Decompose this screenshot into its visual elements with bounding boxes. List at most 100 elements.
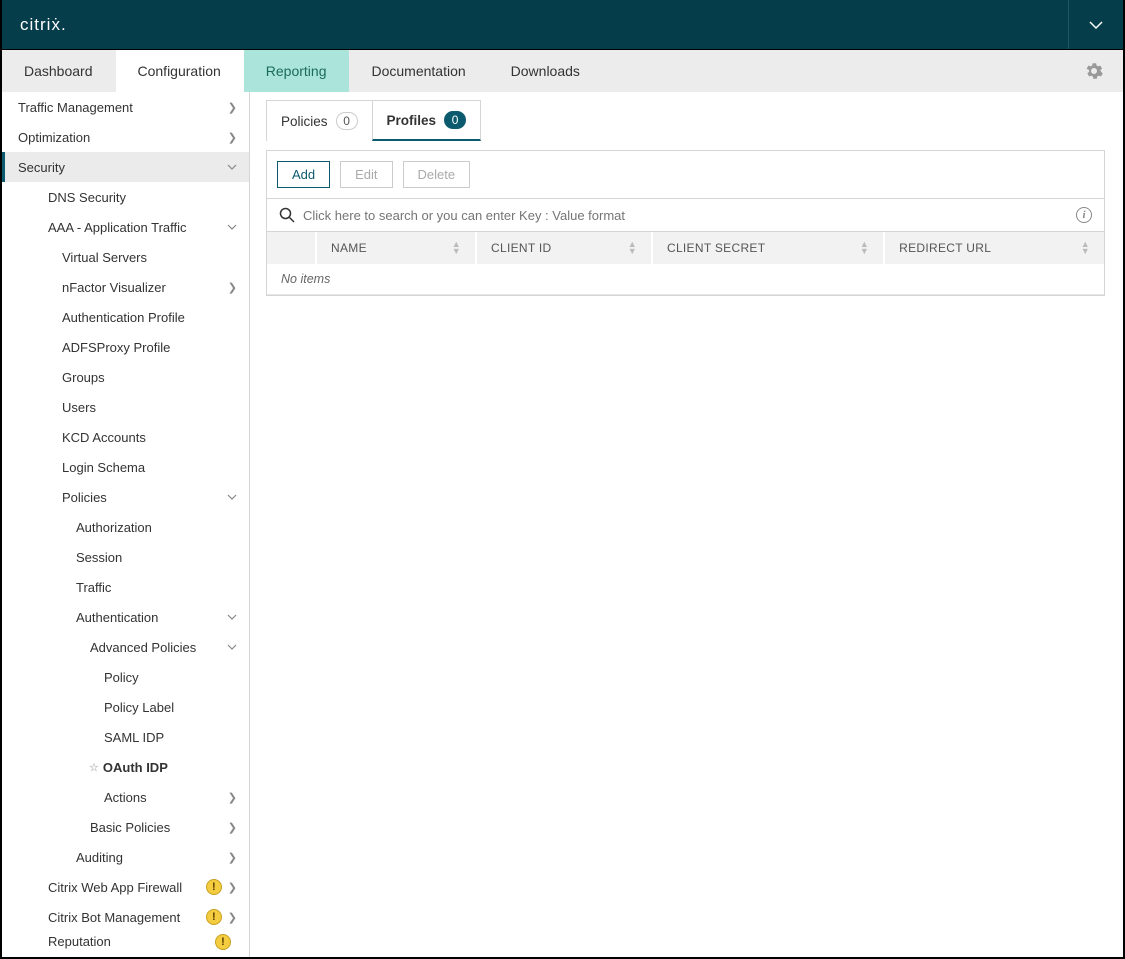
sidebar-login-schema[interactable]: Login Schema [2,452,249,482]
sidebar-auth-profile[interactable]: Authentication Profile [2,302,249,332]
th-name[interactable]: NAME ▲▼ [317,232,477,264]
sidebar-oauth-idp[interactable]: ☆ OAuth IDP [2,752,249,782]
toolbar: Add Edit Delete [267,151,1104,198]
chevron-right-icon: ❯ [228,131,237,144]
search-input[interactable] [303,208,1068,223]
sidebar-kcd[interactable]: KCD Accounts [2,422,249,452]
sidebar-basic-policies[interactable]: Basic Policies ❯ [2,812,249,842]
sidebar-optimization[interactable]: Optimization ❯ [2,122,249,152]
sidebar-reputation[interactable]: Reputation ! [2,932,249,952]
sidebar-label: Actions [104,790,147,805]
sidebar-groups[interactable]: Groups [2,362,249,392]
warning-icon: ! [206,879,222,895]
sort-icon: ▲▼ [452,241,461,255]
warning-icon: ! [215,934,231,950]
chevron-down-icon [227,224,237,230]
nav-reporting[interactable]: Reporting [244,50,350,92]
topbar-right [1068,0,1103,49]
sidebar-policy[interactable]: Policy [2,662,249,692]
chevron-down-icon [227,164,237,170]
sidebar-label: Authentication [76,610,158,625]
search-bar: i [267,198,1104,231]
info-icon[interactable]: i [1076,207,1092,223]
sidebar-policy-label[interactable]: Policy Label [2,692,249,722]
sidebar: Traffic Management ❯ Optimization ❯ Secu… [2,92,250,957]
sidebar-waf[interactable]: Citrix Web App Firewall ! ❯ [2,872,249,902]
sidebar-label: AAA - Application Traffic [48,220,187,235]
sidebar-label: Citrix Bot Management [48,910,180,925]
chevron-down-icon[interactable] [1089,21,1103,29]
content-box: Add Edit Delete i N [266,150,1105,296]
chevron-right-icon: ❯ [228,911,237,924]
sidebar-advanced-policies[interactable]: Advanced Policies [2,632,249,662]
sidebar-label: Authentication Profile [62,310,185,325]
th-redirect-url[interactable]: REDIRECT URL ▲▼ [885,232,1104,264]
sidebar-label: Users [62,400,96,415]
sidebar-policies[interactable]: Policies [2,482,249,512]
table-header: NAME ▲▼ CLIENT ID ▲▼ CLIENT SECRET ▲▼ [267,232,1104,264]
edit-button[interactable]: Edit [340,161,392,188]
sidebar-label: Traffic [76,580,111,595]
th-client-id[interactable]: CLIENT ID ▲▼ [477,232,653,264]
sidebar-auditing[interactable]: Auditing ❯ [2,842,249,872]
sidebar-label: Auditing [76,850,123,865]
brand-logo: citriẋ. [20,15,67,35]
subtabs: Policies 0 Profiles 0 [266,100,1105,142]
top-header: citriẋ. [2,0,1123,50]
app-window: citriẋ. Dashboard Configuration Reportin… [0,0,1125,959]
sidebar-security[interactable]: Security [2,152,249,182]
count-badge: 0 [444,111,466,129]
sidebar-nfactor[interactable]: nFactor Visualizer ❯ [2,272,249,302]
sidebar-label: ADFSProxy Profile [62,340,170,355]
sidebar-label: Basic Policies [90,820,170,835]
gear-icon[interactable] [1065,50,1123,92]
nav-downloads[interactable]: Downloads [489,50,603,92]
sort-icon: ▲▼ [628,241,637,255]
sort-icon: ▲▼ [860,241,869,255]
sidebar-label: Policy [104,670,139,685]
chevron-down-icon [227,614,237,620]
sidebar-authorization[interactable]: Authorization [2,512,249,542]
table-row-empty: No items [267,264,1104,295]
sidebar-session[interactable]: Session [2,542,249,572]
nav-documentation[interactable]: Documentation [349,50,488,92]
th-label: CLIENT SECRET [667,241,765,255]
sidebar-virtual-servers[interactable]: Virtual Servers [2,242,249,272]
sidebar-label: Citrix Web App Firewall [48,880,182,895]
sidebar-traffic[interactable]: Traffic [2,572,249,602]
sidebar-aaa[interactable]: AAA - Application Traffic [2,212,249,242]
th-label: REDIRECT URL [899,241,991,255]
th-label: NAME [331,241,367,255]
nav-configuration[interactable]: Configuration [116,50,244,92]
sidebar-authentication[interactable]: Authentication [2,602,249,632]
warning-icon: ! [206,909,222,925]
sort-icon: ▲▼ [1081,241,1090,255]
sidebar-adfs-proxy[interactable]: ADFSProxy Profile [2,332,249,362]
sidebar-dns-security[interactable]: DNS Security [2,182,249,212]
sidebar-users[interactable]: Users [2,392,249,422]
sidebar-actions[interactable]: Actions ❯ [2,782,249,812]
table-body: No items [267,264,1104,295]
delete-button[interactable]: Delete [403,161,471,188]
sidebar-label: Security [18,160,65,175]
main-nav: Dashboard Configuration Reporting Docume… [2,50,1123,92]
sidebar-traffic-management[interactable]: Traffic Management ❯ [2,92,249,122]
sidebar-label: Optimization [18,130,90,145]
th-client-secret[interactable]: CLIENT SECRET ▲▼ [653,232,885,264]
empty-text: No items [281,272,330,286]
add-button[interactable]: Add [277,161,330,188]
sidebar-label: Login Schema [62,460,145,475]
subtab-profiles[interactable]: Profiles 0 [372,100,482,141]
th-checkbox[interactable] [267,232,317,264]
nav-dashboard[interactable]: Dashboard [2,50,116,92]
chevron-right-icon: ❯ [228,101,237,114]
chevron-right-icon: ❯ [228,881,237,894]
chevron-right-icon: ❯ [228,791,237,804]
subtab-policies[interactable]: Policies 0 [266,100,373,141]
sidebar-bot[interactable]: Citrix Bot Management ! ❯ [2,902,249,932]
star-icon: ☆ [89,761,99,774]
sidebar-saml-idp[interactable]: SAML IDP [2,722,249,752]
chevron-down-icon [227,644,237,650]
sidebar-label: OAuth IDP [103,760,168,775]
chevron-right-icon: ❯ [228,851,237,864]
